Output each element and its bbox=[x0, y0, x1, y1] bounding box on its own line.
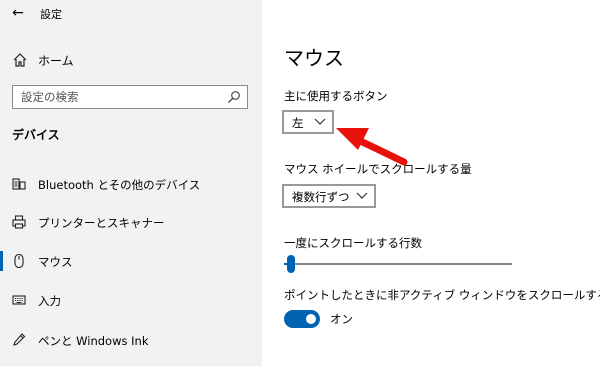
lines-scroll-slider[interactable] bbox=[284, 254, 512, 274]
search-box[interactable] bbox=[12, 85, 248, 109]
sidebar-item-label: ホーム bbox=[38, 54, 74, 68]
sidebar: ← 設定 ホーム デバイス Bluetooth とその他のデバイス bbox=[0, 0, 262, 366]
sidebar-item-label: Bluetooth とその他のデバイス bbox=[38, 178, 201, 192]
sidebar-item-typing[interactable]: 入力 bbox=[0, 287, 262, 313]
slider-track bbox=[284, 263, 512, 265]
mouse-icon bbox=[14, 253, 24, 269]
main-content: マウス 主に使用するボタン 左 マウス ホイールでスクロールする量 複数行ずつ … bbox=[262, 0, 600, 366]
sidebar-item-printers[interactable]: プリンターとスキャナー bbox=[0, 209, 262, 235]
toggle-state-label: オン bbox=[330, 312, 353, 326]
toggle-knob bbox=[306, 314, 316, 324]
primary-button-label: 主に使用するボタン bbox=[284, 89, 388, 103]
wheel-scroll-label: マウス ホイールでスクロールする量 bbox=[284, 162, 472, 176]
title-bar: ← 設定 bbox=[0, 0, 262, 28]
page-title: マウス bbox=[284, 46, 344, 70]
chevron-down-icon bbox=[314, 118, 326, 125]
inactive-scroll-toggle[interactable] bbox=[284, 310, 320, 328]
pen-icon bbox=[13, 333, 26, 346]
sidebar-item-label: ペンと Windows Ink bbox=[38, 334, 149, 348]
dropdown-value: 左 bbox=[292, 116, 304, 130]
search-input[interactable] bbox=[13, 86, 223, 108]
window-title: 設定 bbox=[40, 8, 62, 21]
sidebar-item-label: 入力 bbox=[38, 294, 61, 308]
sidebar-item-mouse[interactable]: マウス bbox=[0, 248, 262, 274]
sidebar-item-pen[interactable]: ペンと Windows Ink bbox=[0, 327, 262, 353]
wheel-scroll-dropdown[interactable]: 複数行ずつ bbox=[282, 184, 376, 208]
back-arrow-icon[interactable]: ← bbox=[6, 2, 30, 24]
dropdown-value: 複数行ずつ bbox=[292, 190, 350, 204]
chevron-down-icon bbox=[356, 192, 368, 199]
slider-thumb[interactable] bbox=[287, 255, 295, 273]
search-icon[interactable] bbox=[227, 90, 241, 104]
sidebar-item-label: マウス bbox=[38, 255, 73, 269]
active-indicator bbox=[0, 251, 3, 271]
bluetooth-devices-icon bbox=[12, 178, 26, 190]
primary-button-dropdown[interactable]: 左 bbox=[282, 110, 334, 134]
sidebar-item-home[interactable]: ホーム bbox=[0, 48, 262, 72]
inactive-scroll-label: ポイントしたときに非アクティブ ウィンドウをスクロールする bbox=[284, 288, 600, 302]
home-icon bbox=[13, 53, 27, 67]
keyboard-icon bbox=[12, 295, 26, 305]
sidebar-item-label: プリンターとスキャナー bbox=[38, 216, 165, 230]
section-title: デバイス bbox=[12, 128, 60, 142]
printer-icon bbox=[12, 215, 26, 229]
sidebar-item-bluetooth[interactable]: Bluetooth とその他のデバイス bbox=[0, 171, 262, 197]
lines-scroll-label: 一度にスクロールする行数 bbox=[284, 236, 422, 250]
